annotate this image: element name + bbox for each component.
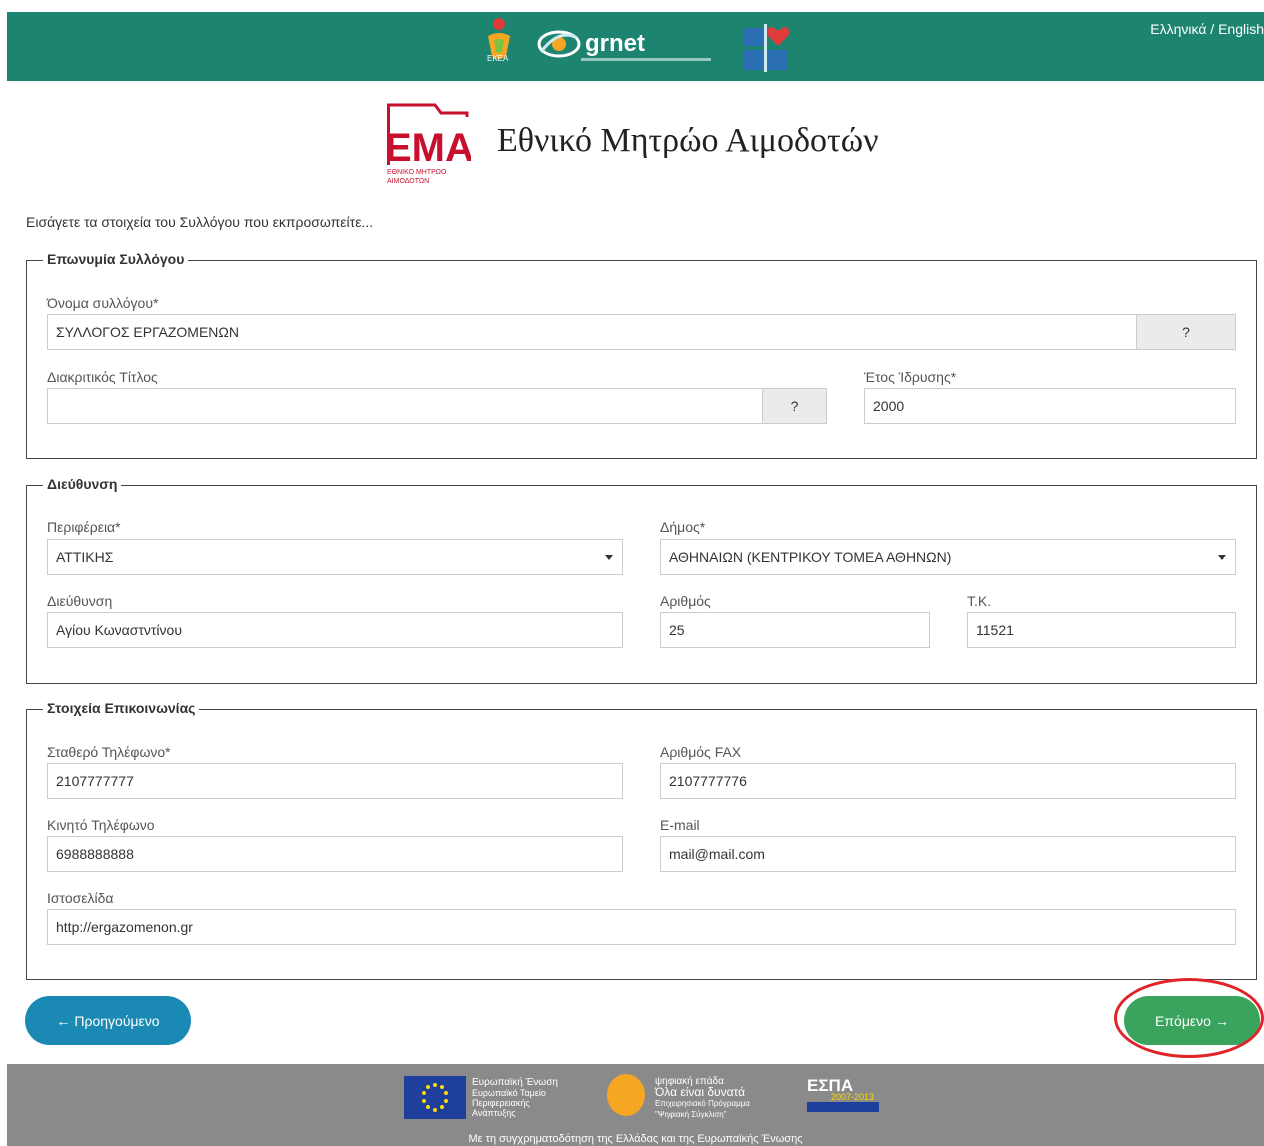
landline-input[interactable]: 2107777777 bbox=[47, 763, 623, 799]
espa-years: 2007-2013 bbox=[831, 1092, 875, 1102]
espa-bar bbox=[807, 1102, 879, 1112]
page-title: Εθνικό Μητρώο Αιμοδοτών bbox=[497, 122, 879, 159]
eu-text: Ευρωπαϊκή Ένωση Ευρωπαϊκό Ταμείο Περιφερ… bbox=[472, 1077, 558, 1119]
footer: Ευρωπαϊκή Ένωση Ευρωπαϊκό Ταμείο Περιφερ… bbox=[7, 1064, 1264, 1146]
header-bar: ΕΚΕΑ grnet Ελληνικά / English bbox=[7, 12, 1264, 81]
municipality-selected-value: ΑΘΗΝΑΙΩΝ (ΚΕΝΤΡΙΚΟΥ ΤΟΜΕΑ ΑΘΗΝΩΝ) bbox=[669, 549, 952, 565]
distinctive-title-label: Διακριτικός Τίτλος bbox=[47, 369, 158, 385]
legend-contact: Στοιχεία Επικοινωνίας bbox=[43, 700, 200, 716]
fieldset-address: Διεύθυνση bbox=[26, 476, 1257, 684]
website-input[interactable]: http://ergazomenon.gr bbox=[47, 909, 1236, 945]
arrow-left-icon: ← bbox=[56, 1012, 71, 1029]
ekea-logo: ΕΚΕΑ bbox=[482, 16, 516, 68]
language-switch[interactable]: Ελληνικά / English bbox=[1150, 21, 1264, 37]
eu-flag-icon bbox=[404, 1076, 466, 1119]
chevron-down-icon bbox=[1218, 555, 1226, 560]
digital-greece-text: ψηφιακή επάδα Όλα είναι δυνατά Επιχειρησ… bbox=[655, 1076, 750, 1119]
funding-text: Με τη συγχρηματοδότηση της Ελλάδας και τ… bbox=[468, 1133, 803, 1145]
street-number-input[interactable]: 25 bbox=[660, 612, 930, 648]
association-name-help-button[interactable]: ? bbox=[1136, 314, 1236, 350]
street-label: Διεύθυνση bbox=[47, 593, 113, 609]
svg-text:ΑΙΜΟΔΟΤΩΝ: ΑΙΜΟΔΟΤΩΝ bbox=[387, 178, 429, 185]
founding-year-label: Έτος Ίδρυσης* bbox=[864, 369, 957, 385]
ema-logo-letters: ΕΜΑ bbox=[385, 126, 471, 170]
intro-text: Εισάγετε τα στοιχεία του Συλλόγου που εκ… bbox=[26, 214, 374, 230]
distinctive-title-input[interactable] bbox=[47, 388, 763, 424]
street-input[interactable]: Αγίου Κωναστντίνου bbox=[47, 612, 623, 648]
email-label: E-mail bbox=[660, 817, 700, 833]
legend-address: Διεύθυνση bbox=[43, 476, 122, 492]
chevron-down-icon bbox=[605, 555, 613, 560]
region-select[interactable]: ΑΤΤΙΚΗΣ bbox=[47, 539, 623, 575]
association-name-label: Όνομα συλλόγου* bbox=[47, 295, 159, 311]
legend-association-name: Επωνυμία Συλλόγου bbox=[43, 251, 189, 267]
svg-text:ΕΘΝΙΚΟ ΜΗΤΡΩΟ: ΕΘΝΙΚΟ ΜΗΤΡΩΟ bbox=[387, 169, 447, 176]
previous-button-label: Προηγούμενο bbox=[74, 1012, 160, 1029]
municipality-label: Δήμος* bbox=[660, 519, 706, 535]
fax-input[interactable]: 2107777776 bbox=[660, 763, 1236, 799]
landline-label: Σταθερό Τηλέφωνο* bbox=[47, 744, 171, 760]
distinctive-title-help-button[interactable]: ? bbox=[762, 388, 827, 424]
grnet-tagline bbox=[581, 58, 711, 61]
association-name-input[interactable]: ΣΥΛΛΟΓΟΣ ΕΡΓΑΖΟΜΕΝΩΝ bbox=[47, 314, 1137, 350]
email-input[interactable]: mail@mail.com bbox=[660, 836, 1236, 872]
health-ministry-logo bbox=[742, 24, 802, 74]
fax-label: Αριθμός FAX bbox=[660, 744, 742, 760]
highlight-annotation-ring bbox=[1114, 978, 1264, 1058]
region-label: Περιφέρεια* bbox=[47, 519, 121, 535]
postal-code-input[interactable]: 11521 bbox=[967, 612, 1236, 648]
ema-logo: ΕΜΑ ΕΘΝΙΚΟ ΜΗΤΡΩΟ ΑΙΜΟΔΟΤΩΝ bbox=[385, 103, 471, 185]
fieldset-association-name: Επωνυμία Συλλόγου bbox=[26, 251, 1257, 459]
mobile-input[interactable]: 6988888888 bbox=[47, 836, 623, 872]
previous-button[interactable]: ← Προηγούμενο bbox=[25, 996, 191, 1045]
postal-code-label: Τ.Κ. bbox=[967, 593, 992, 609]
municipality-select[interactable]: ΑΘΗΝΑΙΩΝ (ΚΕΝΤΡΙΚΟΥ ΤΟΜΕΑ ΑΘΗΝΩΝ) bbox=[660, 539, 1236, 575]
street-number-label: Αριθμός bbox=[660, 593, 711, 609]
website-label: Ιστοσελίδα bbox=[47, 890, 114, 906]
founding-year-input[interactable]: 2000 bbox=[864, 388, 1236, 424]
region-selected-value: ΑΤΤΙΚΗΣ bbox=[56, 549, 114, 565]
mobile-label: Κινητό Τηλέφωνο bbox=[47, 817, 155, 833]
grnet-logo: grnet bbox=[537, 24, 711, 64]
digital-greece-icon bbox=[607, 1074, 645, 1116]
